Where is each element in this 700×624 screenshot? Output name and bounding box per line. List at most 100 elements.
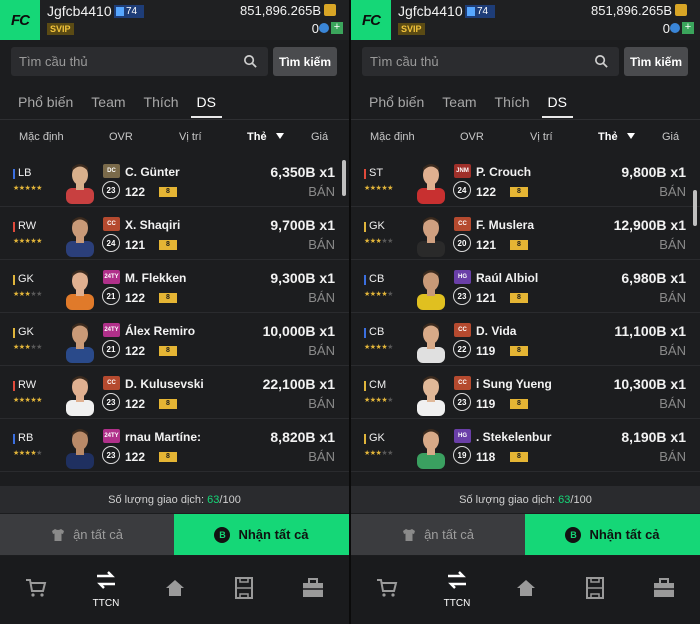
sort-ovr[interactable]: OVR bbox=[109, 131, 133, 143]
player-avatar bbox=[417, 164, 445, 204]
add-points-button[interactable]: + bbox=[331, 22, 343, 34]
search-field[interactable] bbox=[11, 47, 268, 76]
sort-price[interactable]: Giá bbox=[311, 131, 328, 143]
trade-current: 63 bbox=[207, 493, 220, 506]
sell-button[interactable]: BÁN bbox=[659, 237, 686, 252]
tab-2[interactable]: Thích bbox=[144, 94, 179, 116]
card-season-badge: JNM bbox=[454, 164, 471, 178]
player-avatar bbox=[66, 217, 94, 257]
player-row[interactable]: GK ★★★★★ 24TY 21 M. Flekken 122 8 9,300B… bbox=[0, 261, 349, 313]
sort-card[interactable]: Thẻ bbox=[598, 131, 618, 143]
nav-item-cart[interactable] bbox=[6, 556, 66, 624]
nav-item-transfer[interactable]: TTCN bbox=[76, 556, 136, 624]
sell-all-label: ận tất cả bbox=[424, 527, 474, 542]
scrollbar[interactable] bbox=[693, 190, 697, 226]
player-row[interactable]: RW ★★★★★ CC 24 X. Shaqiri 121 8 9,700B x… bbox=[0, 208, 349, 260]
nav-item-briefcase[interactable] bbox=[283, 556, 343, 624]
skill-stars: ★★★★★ bbox=[364, 238, 393, 245]
sort-default[interactable]: Mặc định bbox=[19, 131, 64, 143]
tab-0[interactable]: Phổ biến bbox=[369, 94, 424, 116]
sell-button[interactable]: BÁN bbox=[308, 237, 335, 252]
search-button[interactable]: Tìm kiếm bbox=[273, 47, 337, 76]
add-points-button[interactable]: + bbox=[682, 22, 694, 34]
sell-button[interactable]: BÁN bbox=[308, 290, 335, 305]
tab-1[interactable]: Team bbox=[442, 94, 476, 116]
nav-item-home[interactable] bbox=[496, 556, 556, 624]
cart-icon bbox=[376, 578, 398, 603]
sort-card[interactable]: Thẻ bbox=[247, 131, 267, 143]
search-icon[interactable] bbox=[594, 54, 609, 69]
player-ovr: 118 bbox=[476, 450, 496, 464]
sort-position[interactable]: Vị trí bbox=[530, 131, 553, 143]
sell-button[interactable]: BÁN bbox=[308, 396, 335, 411]
nav-item-transfer[interactable]: TTCN bbox=[427, 556, 487, 624]
nav-item-briefcase[interactable] bbox=[634, 556, 694, 624]
player-row[interactable]: GK ★★★★★ CC 20 F. Muslera 121 8 12,900B … bbox=[351, 208, 700, 260]
position-color-bar bbox=[13, 275, 15, 285]
player-ovr: 119 bbox=[476, 397, 496, 411]
player-price: 22,100B x1 bbox=[262, 376, 335, 392]
sell-button[interactable]: BÁN bbox=[308, 449, 335, 464]
trade-current: 63 bbox=[558, 493, 571, 506]
sell-button[interactable]: BÁN bbox=[308, 343, 335, 358]
fc-logo[interactable]: FC bbox=[351, 0, 391, 40]
sell-button[interactable]: BÁN bbox=[308, 184, 335, 199]
search-input[interactable] bbox=[11, 47, 268, 76]
player-avatar bbox=[66, 323, 94, 363]
player-ovr: 122 bbox=[125, 185, 146, 199]
nav-item-cart[interactable] bbox=[357, 556, 417, 624]
sell-all-label: ận tất cả bbox=[73, 527, 123, 542]
bottom-nav: TTCN bbox=[0, 556, 349, 624]
position-color-bar bbox=[364, 169, 366, 179]
sort-position[interactable]: Vị trí bbox=[179, 131, 202, 143]
sell-all-button[interactable]: ận tất cả bbox=[351, 514, 525, 555]
nav-item-pitch[interactable] bbox=[565, 556, 625, 624]
player-row[interactable]: RW ★★★★★ CC 23 D. Kulusevski 122 8 22,10… bbox=[0, 367, 349, 419]
player-position: RW bbox=[18, 220, 37, 232]
skill-stars: ★★★★★ bbox=[364, 344, 393, 351]
player-row[interactable]: ST ★★★★★ JNM 24 P. Crouch 122 8 9,800B x… bbox=[351, 155, 700, 207]
search-icon[interactable] bbox=[243, 54, 258, 69]
nav-item-home[interactable] bbox=[145, 556, 205, 624]
player-row[interactable]: CB ★★★★★ CC 22 D. Vida 119 8 11,100B x1 … bbox=[351, 314, 700, 366]
player-row[interactable]: GK ★★★★★ HG 19 . Stekelenbur 118 8 8,190… bbox=[351, 420, 700, 472]
search-button[interactable]: Tìm kiếm bbox=[624, 47, 688, 76]
player-row[interactable]: RB ★★★★★ 24TY 23 rnau Martíne: 122 8 8,8… bbox=[0, 420, 349, 472]
player-row[interactable]: LB ★★★★★ DC 23 C. Günter 122 8 6,350B x1… bbox=[0, 155, 349, 207]
fc-points: 0 bbox=[662, 21, 670, 36]
player-row[interactable]: CM ★★★★★ CC 23 i Sung Yueng 119 8 10,300… bbox=[351, 367, 700, 419]
sort-down-icon[interactable] bbox=[276, 133, 284, 139]
upgrade-badge: 8 bbox=[510, 399, 528, 409]
tab-2[interactable]: Thích bbox=[495, 94, 530, 116]
nav-item-pitch[interactable] bbox=[214, 556, 274, 624]
fc-logo[interactable]: FC bbox=[0, 0, 40, 40]
position-color-bar bbox=[364, 222, 366, 232]
tab-1[interactable]: Team bbox=[91, 94, 125, 116]
sell-all-button[interactable]: ận tất cả bbox=[0, 514, 174, 555]
sort-default[interactable]: Mặc định bbox=[370, 131, 415, 143]
player-level: 23 bbox=[102, 393, 120, 411]
tab-3[interactable]: DS bbox=[190, 94, 223, 118]
sell-button[interactable]: BÁN bbox=[659, 396, 686, 411]
logo-text: FC bbox=[362, 11, 381, 29]
claim-all-button[interactable]: B Nhận tất cả bbox=[174, 514, 349, 555]
trade-label: Số lượng giao dịch: bbox=[459, 493, 556, 506]
scrollbar[interactable] bbox=[342, 160, 346, 196]
sell-button[interactable]: BÁN bbox=[659, 343, 686, 358]
tab-3[interactable]: DS bbox=[541, 94, 574, 118]
tab-0[interactable]: Phổ biến bbox=[18, 94, 73, 116]
search-field[interactable] bbox=[362, 47, 619, 76]
sell-button[interactable]: BÁN bbox=[659, 184, 686, 199]
player-row[interactable]: GK ★★★★★ 24TY 21 Álex Remiro 122 8 10,00… bbox=[0, 314, 349, 366]
nav-label: TTCN bbox=[92, 598, 120, 609]
player-row[interactable]: CB ★★★★★ HG 23 Raúl Albiol 121 8 6,980B … bbox=[351, 261, 700, 313]
sell-button[interactable]: BÁN bbox=[659, 449, 686, 464]
sort-price[interactable]: Giá bbox=[662, 131, 679, 143]
search-input[interactable] bbox=[362, 47, 619, 76]
upgrade-badge: 8 bbox=[159, 346, 177, 356]
sell-button[interactable]: BÁN bbox=[659, 290, 686, 305]
sort-ovr[interactable]: OVR bbox=[460, 131, 484, 143]
top-bar: FC Jgfcb4410 74 SVIP 851,896.265B 0 + bbox=[0, 0, 349, 40]
sort-down-icon[interactable] bbox=[627, 133, 635, 139]
claim-all-button[interactable]: B Nhận tất cả bbox=[525, 514, 700, 555]
